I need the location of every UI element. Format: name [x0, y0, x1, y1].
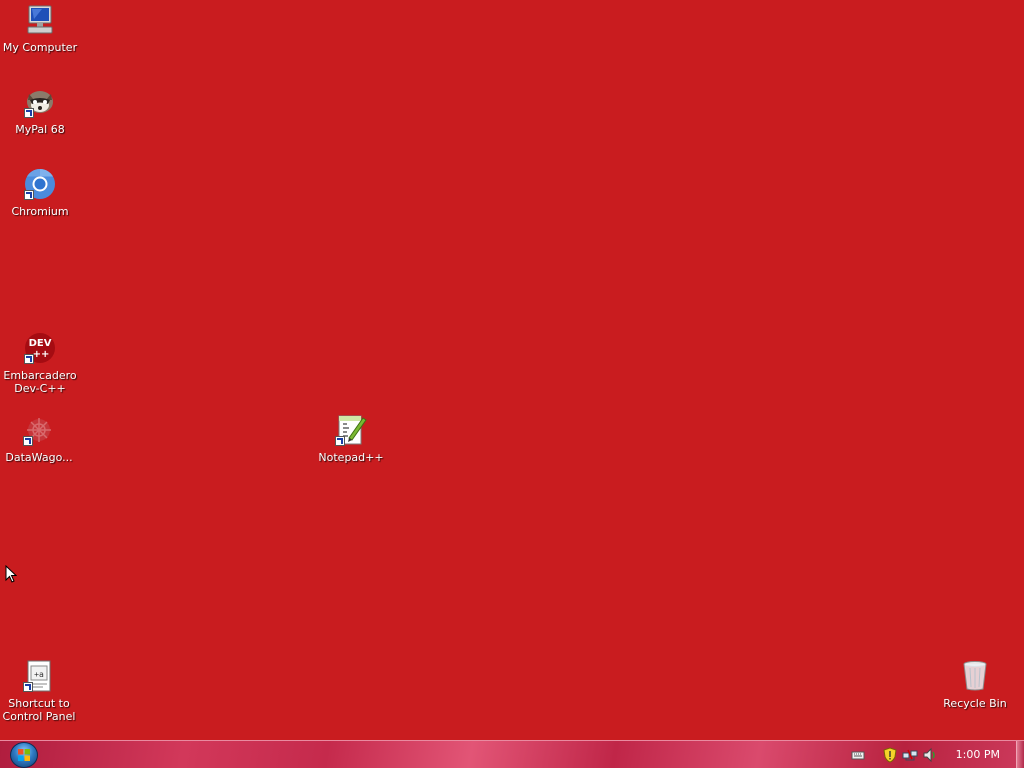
desktop-icon-control-panel[interactable]: +a Shortcut to Control Panel: [0, 660, 78, 723]
svg-text:+a: +a: [34, 670, 44, 679]
network-icon[interactable]: [902, 747, 918, 763]
system-tray: 1:00 PM: [850, 741, 1024, 768]
desktop[interactable]: My Computer MyPal 68 Chromium DEV ++ Emb…: [0, 0, 1024, 740]
windows-flag-icon: [18, 749, 30, 761]
taskbar-clock[interactable]: 1:00 PM: [956, 748, 1000, 761]
svg-text:++: ++: [33, 349, 50, 360]
show-desktop-button[interactable]: [1016, 741, 1024, 768]
control-panel-icon: +a: [23, 660, 55, 692]
shortcut-arrow-icon: [23, 436, 33, 446]
shortcut-arrow-icon: [23, 682, 33, 692]
desktop-icon-recycle-bin[interactable]: Recycle Bin: [936, 660, 1014, 710]
shortcut-arrow-icon: [24, 190, 34, 200]
svg-text:DEV: DEV: [29, 338, 52, 349]
desktop-icon-label: MyPal 68: [15, 123, 65, 136]
desktop-icon-chromium[interactable]: Chromium: [1, 168, 79, 218]
desktop-icon-mypal[interactable]: MyPal 68: [1, 86, 79, 136]
mouse-pointer-icon: [5, 565, 17, 583]
notepadpp-icon: [335, 414, 367, 446]
start-button[interactable]: [10, 742, 38, 768]
shortcut-arrow-icon: [24, 108, 34, 118]
desktop-icon-my-computer[interactable]: My Computer: [1, 4, 79, 54]
desktop-icon-label: Chromium: [11, 205, 69, 218]
devcpp-icon: DEV ++: [24, 332, 56, 364]
desktop-icon-notepadpp[interactable]: Notepad++: [312, 414, 390, 464]
datawagon-icon: [23, 414, 55, 446]
chromium-icon: [24, 168, 56, 200]
desktop-icon-label: Embarcadero Dev-C++: [3, 369, 77, 395]
desktop-icon-label: My Computer: [2, 41, 78, 54]
desktop-icon-label: Shortcut to Control Panel: [2, 697, 76, 723]
keyboard-icon[interactable]: [850, 747, 866, 763]
shield-warning-icon[interactable]: [882, 746, 898, 763]
volume-icon[interactable]: [922, 747, 938, 763]
recycle-bin-icon: [959, 660, 991, 692]
raccoon-icon: [24, 86, 56, 118]
desktop-icon-label: Recycle Bin: [943, 697, 1007, 710]
taskbar: 1:00 PM: [0, 740, 1024, 768]
desktop-icon-datawagon[interactable]: DataWago...: [0, 414, 78, 464]
computer-icon: [24, 4, 56, 36]
shortcut-arrow-icon: [335, 436, 345, 446]
shortcut-arrow-icon: [24, 354, 34, 364]
desktop-icon-devcpp[interactable]: DEV ++ Embarcadero Dev-C++: [1, 332, 79, 395]
desktop-icon-label: Notepad++: [318, 451, 384, 464]
desktop-icon-label: DataWago...: [5, 451, 73, 464]
